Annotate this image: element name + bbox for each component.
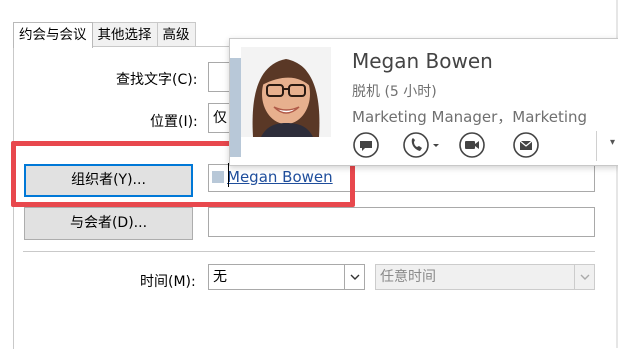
tab-appointments-meetings[interactable]: 约会与会议 (13, 22, 93, 48)
tab-bar: 约会与会议 其他选择 高级 (13, 22, 196, 48)
contact-status: 脱机 (5 小时) (352, 84, 437, 100)
tab-more-choices[interactable]: 其他选择 (91, 22, 158, 46)
card-divider (596, 131, 597, 161)
video-icon[interactable] (458, 131, 486, 159)
chat-icon[interactable] (352, 131, 380, 159)
chevron-down-icon[interactable] (344, 265, 364, 289)
time-select-value: 无 (213, 269, 227, 285)
attendees-button[interactable]: 与会者(D)... (24, 207, 193, 240)
phone-icon[interactable] (402, 131, 442, 159)
find-text-label: 查找文字(C): (116, 72, 198, 88)
time-select[interactable]: 无 (208, 264, 365, 290)
contact-title: Marketing Manager，Marketing (352, 108, 588, 126)
chevron-down-icon[interactable]: ▾ (610, 137, 615, 148)
attendees-input[interactable] (208, 207, 595, 237)
avatar[interactable] (241, 47, 331, 137)
location-label: 位置(I): (150, 114, 198, 130)
contact-name: Megan Bowen (352, 49, 493, 73)
presence-strip (230, 58, 241, 157)
time-label: 时间(M): (140, 274, 196, 290)
section-divider (23, 251, 595, 252)
time-range-select-value: 任意时间 (380, 269, 436, 285)
chevron-down-icon (574, 265, 594, 289)
contact-card: Megan Bowen 脱机 (5 小时) Marketing Manager，… (229, 38, 618, 166)
tab-advanced[interactable]: 高级 (156, 22, 196, 46)
dialog-frame: 约会与会议 其他选择 高级 查找文字(C): 位置(I): 仅 组织者(Y)..… (0, 0, 618, 349)
mail-icon[interactable] (512, 131, 540, 159)
time-range-select: 任意时间 (375, 264, 595, 290)
